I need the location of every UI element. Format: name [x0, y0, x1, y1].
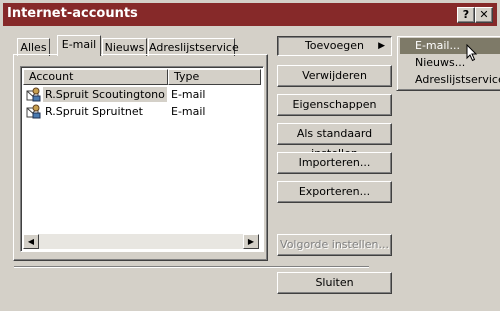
set-default-button[interactable]: Als standaard instellen	[277, 123, 392, 160]
add-button[interactable]: Toevoegen ▶	[277, 36, 392, 56]
import-button[interactable]: Importeren...	[277, 152, 392, 174]
mail-account-icon	[26, 104, 41, 119]
remove-button[interactable]: Verwijderen	[277, 65, 392, 87]
account-name: R.Spruit Scoutingtono	[43, 87, 167, 102]
account-type: E-mail	[171, 88, 206, 101]
list-item[interactable]: R.Spruit Scoutingtono E-mail	[23, 86, 259, 103]
accounts-list[interactable]: Account Type R.Spruit Scoutingtono E-mai…	[20, 66, 264, 252]
list-item[interactable]: R.Spruit Spruitnet E-mail	[23, 103, 259, 120]
properties-button[interactable]: Eigenschappen	[277, 94, 392, 116]
add-account-menu: E-mail... Nieuws... Adreslijstservice...	[396, 35, 500, 91]
menu-item-email[interactable]: E-mail...	[400, 38, 500, 54]
column-header-type[interactable]: Type	[168, 69, 261, 85]
close-button[interactable]: Sluiten	[277, 272, 392, 294]
scroll-right-icon[interactable]: ▶	[243, 234, 259, 249]
account-type: E-mail	[171, 105, 206, 118]
help-button[interactable]: ?	[457, 7, 475, 23]
tab-email[interactable]: E-mail	[57, 35, 101, 56]
export-button[interactable]: Exporteren...	[277, 181, 392, 203]
scroll-left-icon[interactable]: ◀	[23, 234, 39, 249]
close-window-button[interactable]: ✕	[475, 7, 493, 23]
separator	[14, 266, 369, 268]
set-order-button[interactable]: Volgorde instellen...	[277, 234, 392, 256]
add-button-label: Toevoegen	[304, 39, 365, 52]
submenu-arrow-icon: ▶	[378, 41, 385, 51]
column-header-account[interactable]: Account	[23, 69, 168, 85]
internet-accounts-dialog: Internet-accounts ? ✕ Alles E-mail Nieuw…	[0, 0, 500, 311]
title-bar[interactable]: Internet-accounts ? ✕	[3, 3, 497, 26]
window-title: Internet-accounts	[7, 6, 138, 21]
menu-item-directory-service[interactable]: Adreslijstservice...	[400, 72, 500, 88]
mail-account-icon	[26, 87, 41, 102]
account-name: R.Spruit Spruitnet	[45, 105, 143, 118]
menu-item-news[interactable]: Nieuws...	[400, 55, 500, 71]
mouse-pointer-icon	[466, 44, 478, 62]
horizontal-scrollbar[interactable]: ◀ ▶	[23, 234, 259, 249]
